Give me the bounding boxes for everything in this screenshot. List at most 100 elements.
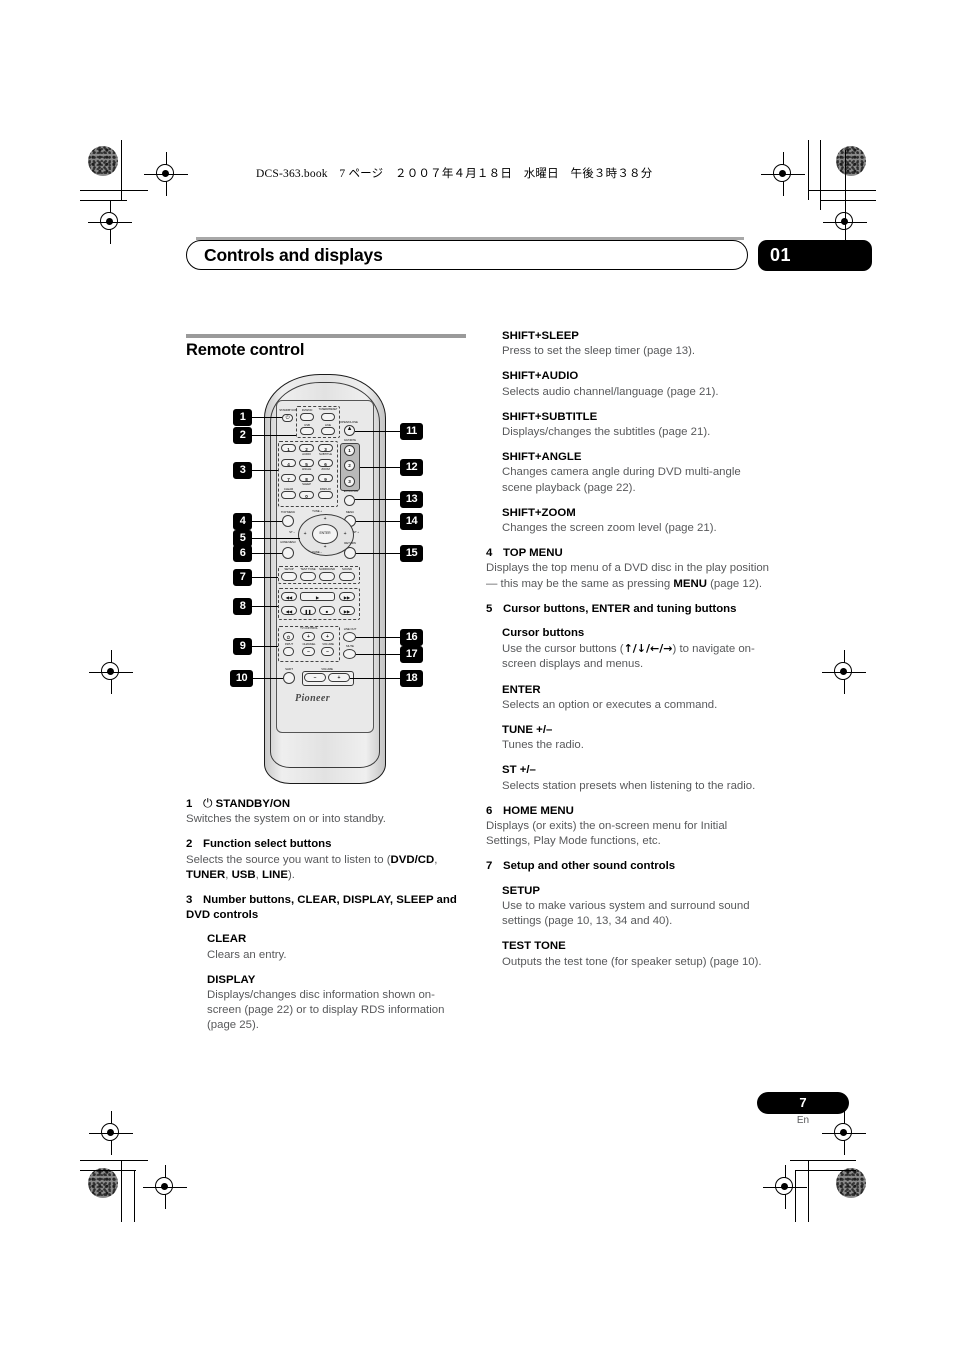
- volume-up-button[interactable]: +: [328, 673, 350, 682]
- mute-button[interactable]: [343, 649, 356, 659]
- shift-angle-body: Changes camera angle during DVD multi-an…: [502, 466, 741, 494]
- cursor-buttons-body: Use the cursor buttons (↑/↓/←/→) to navi…: [502, 641, 774, 672]
- next-icon: ▶▶: [343, 595, 351, 600]
- pause-button[interactable]: ❚❚: [300, 606, 316, 615]
- line-out-label: LINE OUT: [343, 627, 357, 631]
- stop-button[interactable]: ■: [319, 606, 335, 615]
- callout-17-label: 17: [405, 648, 418, 660]
- next-button[interactable]: ▶▶: [339, 592, 355, 601]
- usb-button[interactable]: [300, 427, 314, 435]
- number-8-button[interactable]: 8: [299, 474, 314, 482]
- book-file-stamp: DCS-363.book 7 ページ ２００７年４月１８日 水曜日 午後３時３８…: [256, 168, 653, 180]
- callout-18-label: 18: [405, 672, 418, 684]
- mute-label: MUTE: [346, 644, 354, 648]
- item2-title: Function select buttons: [203, 838, 332, 851]
- pause-icon: ❚❚: [304, 609, 312, 614]
- item4-title: TOP MENU: [503, 547, 563, 560]
- shift-sleep-heading: SHIFT+SLEEP: [502, 330, 579, 342]
- halftone-dot-top-left: [88, 146, 118, 176]
- callout-1: 1: [233, 409, 252, 426]
- callout-16: 16: [400, 629, 423, 646]
- crop-line-tl-v: [121, 140, 122, 200]
- display-button[interactable]: [318, 491, 333, 499]
- sound-label: SOUND: [342, 567, 352, 571]
- number-6-button[interactable]: 6: [318, 459, 333, 467]
- source-usb: USB: [231, 868, 256, 881]
- page-title: Controls and displays: [204, 245, 383, 265]
- number-3-button[interactable]: 3: [318, 444, 333, 452]
- cursor-up-icon: +: [323, 516, 327, 522]
- volume-down-button[interactable]: –: [304, 673, 326, 682]
- stop-icon: ■: [325, 609, 329, 614]
- tv-power-button[interactable]: ⏻: [283, 632, 294, 641]
- callout-15-label: 15: [405, 547, 418, 559]
- item4-heading: 4 TOP MENU: [486, 546, 774, 561]
- input-button[interactable]: [283, 647, 294, 656]
- crop-line-tr-v: [808, 140, 809, 200]
- channel-down-button[interactable]: –: [302, 647, 315, 656]
- number-4-button[interactable]: 4: [281, 459, 296, 467]
- callout-9-label: 9: [239, 640, 246, 652]
- play-button[interactable]: ▶: [300, 592, 335, 601]
- sound-button[interactable]: [339, 572, 355, 581]
- dvd-cd-button[interactable]: [300, 413, 314, 421]
- remote-control-illustration: STANDBY/ON ⏻ DVD/CD TUNER/PRESET USB LIN…: [222, 370, 432, 790]
- page-language-label: En: [796, 1115, 810, 1126]
- prev-button[interactable]: ◀◀: [281, 592, 297, 601]
- cursor-body-prefix: Use the cursor buttons (: [502, 643, 624, 656]
- callout-12-label: 12: [405, 461, 418, 473]
- item4-number: 4: [486, 547, 493, 560]
- favorite-1-button[interactable]: 1: [344, 445, 355, 456]
- crop-line-tl-h: [80, 190, 148, 191]
- callout-2-leader: [252, 435, 296, 436]
- item4-body-suffix: (page 12).: [706, 577, 763, 590]
- registration-mark-left-middle: [89, 650, 133, 694]
- source-line: LINE: [261, 868, 288, 881]
- callout-11-label: 11: [406, 425, 417, 437]
- number-2-button[interactable]: 2: [299, 444, 314, 452]
- clear-button[interactable]: [281, 491, 296, 499]
- item6-number: 6: [486, 804, 493, 817]
- number-7-button[interactable]: 7: [281, 474, 296, 482]
- subtitle-sub-label: SUBTITLE: [318, 452, 332, 456]
- item2-body-suffix: ).: [287, 868, 295, 881]
- callout-5-leader: [252, 538, 300, 539]
- number-5-button[interactable]: 5: [299, 459, 314, 467]
- tv-control-label: TV CONTROL: [300, 626, 318, 630]
- return-button[interactable]: [344, 547, 356, 559]
- top-menu-button[interactable]: [282, 515, 294, 527]
- favorite-3-button[interactable]: 3: [344, 476, 355, 487]
- line-out-button[interactable]: [343, 632, 356, 642]
- registration-mark-left-lower: [89, 1111, 133, 1155]
- tuner-button[interactable]: [321, 413, 335, 421]
- setup-button[interactable]: [281, 572, 297, 581]
- shift-button[interactable]: [283, 672, 295, 684]
- callout-12-leader: [360, 467, 400, 468]
- item1-number: 1: [186, 798, 193, 810]
- fast-forward-button[interactable]: ▶▶: [339, 606, 355, 615]
- number-0-label: 0: [305, 493, 308, 499]
- rewind-button[interactable]: ◀◀: [281, 606, 297, 615]
- shift-sleep-body: Press to set the sleep timer (page 13).: [502, 345, 696, 358]
- surround-button[interactable]: [319, 572, 335, 581]
- number-9-button[interactable]: 9: [318, 474, 333, 482]
- number-1-button[interactable]: 1: [281, 444, 296, 452]
- item7-title: Setup and other sound controls: [503, 860, 676, 873]
- shift-audio-heading: SHIFT+AUDIO: [502, 370, 579, 383]
- channel-up-button[interactable]: +: [302, 632, 315, 641]
- number-0-button[interactable]: 0: [299, 491, 314, 499]
- enter-body: Selects an option or executes a command.: [502, 698, 718, 711]
- callout-2: 2: [233, 427, 252, 444]
- item1-body: Switches the system on or into standby.: [186, 813, 386, 826]
- item1-title: STANDBY/ON: [215, 798, 291, 810]
- volume-down-tv-button[interactable]: –: [321, 647, 334, 656]
- favorite-2-button[interactable]: 2: [344, 460, 355, 471]
- callout-7-label: 7: [239, 571, 246, 583]
- item1-heading: 1 ⏻ STANDBY/ON: [186, 796, 458, 812]
- home-menu-button[interactable]: [282, 547, 294, 559]
- volume-up-tv-button[interactable]: +: [321, 632, 334, 641]
- callout-12: 12: [400, 459, 423, 476]
- line-button[interactable]: [321, 427, 335, 435]
- test-tone-button[interactable]: [300, 572, 316, 581]
- extra-pwr-button[interactable]: [344, 495, 355, 506]
